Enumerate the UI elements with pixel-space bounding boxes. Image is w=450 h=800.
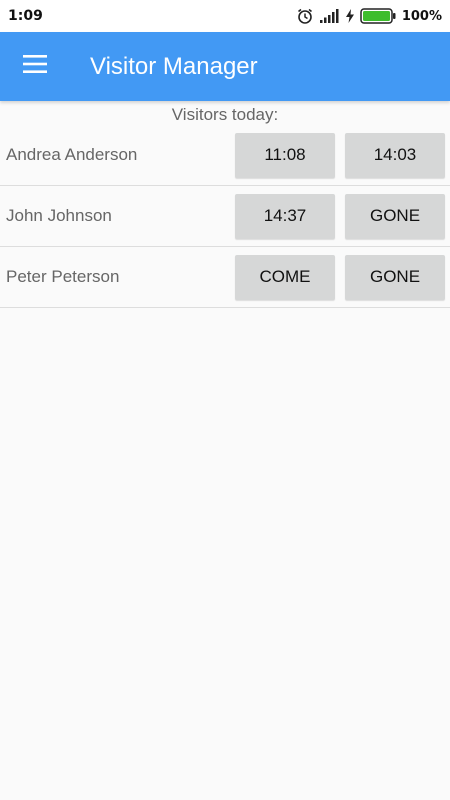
visitor-name: John Johnson: [6, 206, 112, 225]
visitor-list: Andrea Anderson 11:08 14:03 John Johnson…: [0, 125, 450, 308]
come-button[interactable]: 14:37: [235, 193, 335, 239]
visitor-row: Peter Peterson COME GONE: [0, 247, 450, 308]
battery-percent: 100%: [401, 8, 442, 24]
visitor-name: Andrea Anderson: [6, 145, 138, 164]
gone-button[interactable]: GONE: [345, 193, 445, 239]
visitor-row: John Johnson 14:37 GONE: [0, 186, 450, 247]
come-button[interactable]: 11:08: [235, 132, 335, 178]
come-button[interactable]: COME: [235, 254, 335, 300]
screen: 1:09 100% Visitor Manager Visitors today…: [0, 0, 450, 800]
signal-icon: [319, 9, 340, 23]
status-bar: 1:09 100%: [0, 0, 450, 32]
battery-icon: [360, 8, 396, 24]
gone-button[interactable]: 14:03: [345, 132, 445, 178]
visitor-name: Peter Peterson: [6, 267, 120, 286]
visitors-today-label: Visitors today:: [171, 105, 279, 124]
menu-button[interactable]: [0, 32, 70, 101]
app-title: Visitor Manager: [90, 52, 258, 80]
status-icons: 100%: [296, 7, 442, 25]
alarm-icon: [296, 7, 314, 25]
hamburger-menu-icon: [23, 55, 47, 78]
visitor-row: Andrea Anderson 11:08 14:03: [0, 125, 450, 186]
gone-button[interactable]: GONE: [345, 254, 445, 300]
charging-icon: [345, 9, 354, 23]
app-bar: Visitor Manager: [0, 32, 450, 101]
status-time: 1:09: [8, 8, 43, 24]
